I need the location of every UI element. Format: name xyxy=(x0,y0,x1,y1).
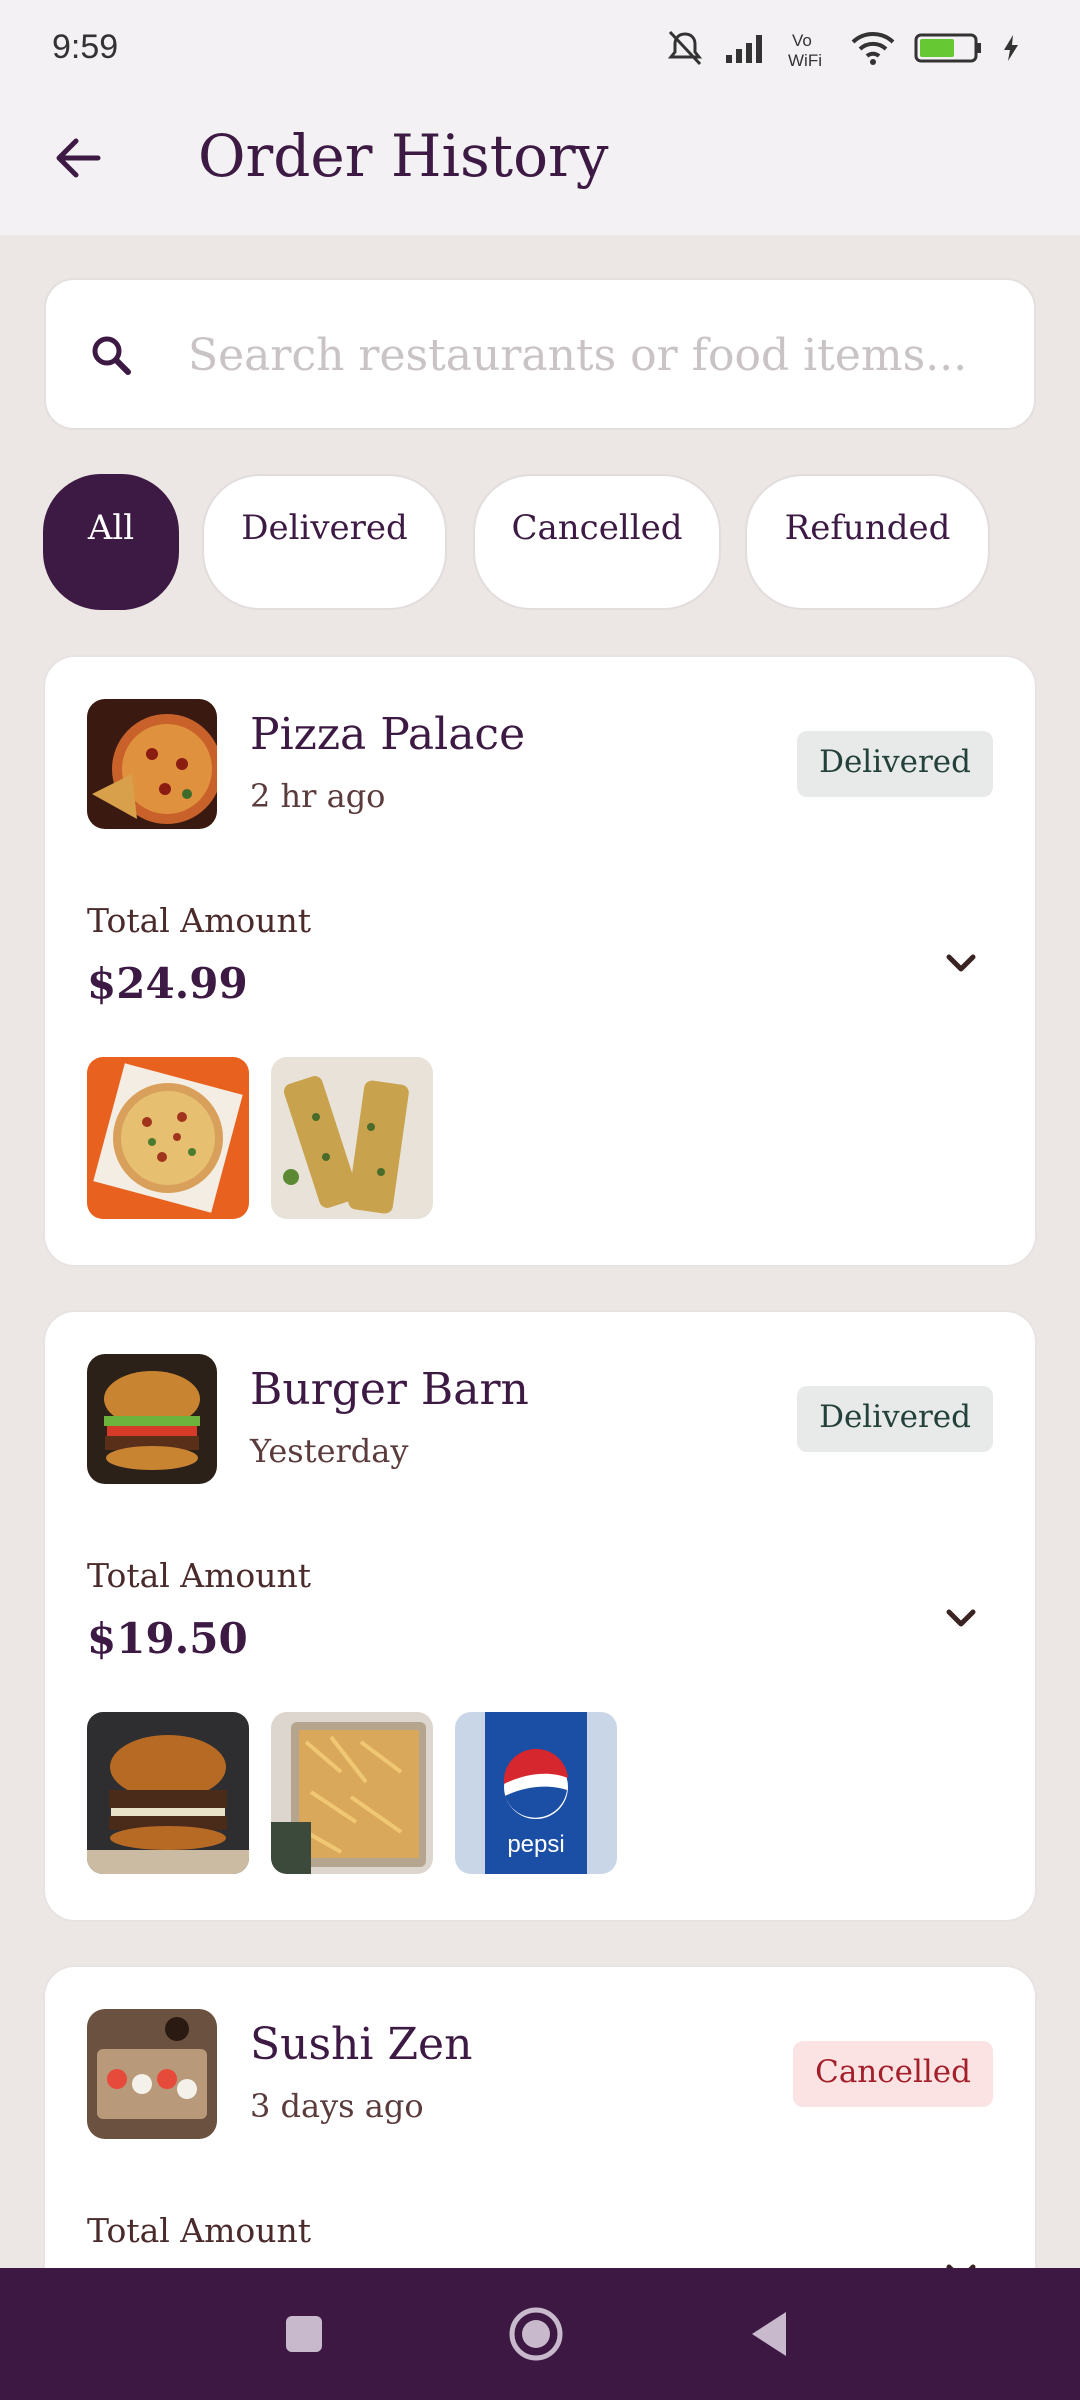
status-time: 9:59 xyxy=(52,28,119,66)
vowifi-icon: Vo WiFi xyxy=(788,31,822,68)
restaurant-name: Pizza Palace xyxy=(250,709,526,760)
chevron-down-icon[interactable] xyxy=(941,1598,981,1638)
status-badge: Delivered xyxy=(797,1386,993,1452)
back-button[interactable] xyxy=(48,128,108,188)
status-bar: 9:59 Vo WiFi xyxy=(0,0,1080,100)
home-button[interactable] xyxy=(506,2304,566,2364)
filter-chip-refunded[interactable]: Refunded xyxy=(745,474,990,610)
search-icon xyxy=(92,336,131,375)
order-card[interactable]: Burger Barn Yesterday Delivered Total Am… xyxy=(43,1310,1037,1922)
svg-text:WiFi: WiFi xyxy=(788,51,822,68)
order-time: 2 hr ago xyxy=(250,777,386,815)
app-bar: Order History xyxy=(0,100,1080,235)
recents-button[interactable] xyxy=(282,2304,326,2364)
order-time: 3 days ago xyxy=(250,2087,424,2125)
signal-icon xyxy=(726,35,762,63)
order-items: pepsi xyxy=(87,1712,617,1874)
chevron-down-icon[interactable] xyxy=(941,943,981,983)
page-title: Order History xyxy=(198,122,609,190)
charging-icon xyxy=(1004,35,1018,61)
item-image-pepsi: pepsi xyxy=(455,1712,617,1874)
battery-icon xyxy=(914,33,981,63)
search-placeholder: Search restaurants or food items... xyxy=(188,330,968,381)
search-input[interactable]: Search restaurants or food items... xyxy=(44,278,1036,430)
total-amount-label: Total Amount xyxy=(87,2211,312,2250)
item-image-pizza xyxy=(87,1057,249,1219)
total-amount: $24.99 xyxy=(87,959,248,1008)
restaurant-name: Burger Barn xyxy=(250,1364,529,1415)
back-arrow-icon xyxy=(56,138,101,178)
filter-chip-all[interactable]: All xyxy=(43,474,179,610)
total-amount-label: Total Amount xyxy=(87,1556,312,1595)
status-badge: Delivered xyxy=(797,731,993,797)
order-items xyxy=(87,1057,433,1219)
item-image-burger xyxy=(87,1712,249,1874)
filter-chip-cancelled[interactable]: Cancelled xyxy=(473,474,721,610)
restaurant-name: Sushi Zen xyxy=(250,2019,473,2070)
wifi-icon xyxy=(851,32,895,65)
item-image-fries xyxy=(271,1712,433,1874)
system-nav-bar xyxy=(0,2268,1080,2400)
system-icons: Vo WiFi xyxy=(664,28,1020,68)
restaurant-image xyxy=(87,1354,217,1484)
svg-text:Vo: Vo xyxy=(792,31,812,50)
order-time: Yesterday xyxy=(250,1432,409,1470)
restaurant-image xyxy=(87,699,217,829)
restaurant-image xyxy=(87,2009,217,2139)
filter-chip-delivered[interactable]: Delivered xyxy=(202,474,447,610)
total-amount-label: Total Amount xyxy=(87,901,312,940)
order-card[interactable]: Pizza Palace 2 hr ago Delivered Total Am… xyxy=(43,655,1037,1267)
total-amount: $19.50 xyxy=(87,1614,248,1663)
back-nav-button[interactable] xyxy=(746,2304,790,2364)
mute-icon xyxy=(667,30,703,66)
status-badge: Cancelled xyxy=(793,2041,993,2107)
svg-text:pepsi: pepsi xyxy=(507,1831,564,1858)
item-image-garlic-bread xyxy=(271,1057,433,1219)
